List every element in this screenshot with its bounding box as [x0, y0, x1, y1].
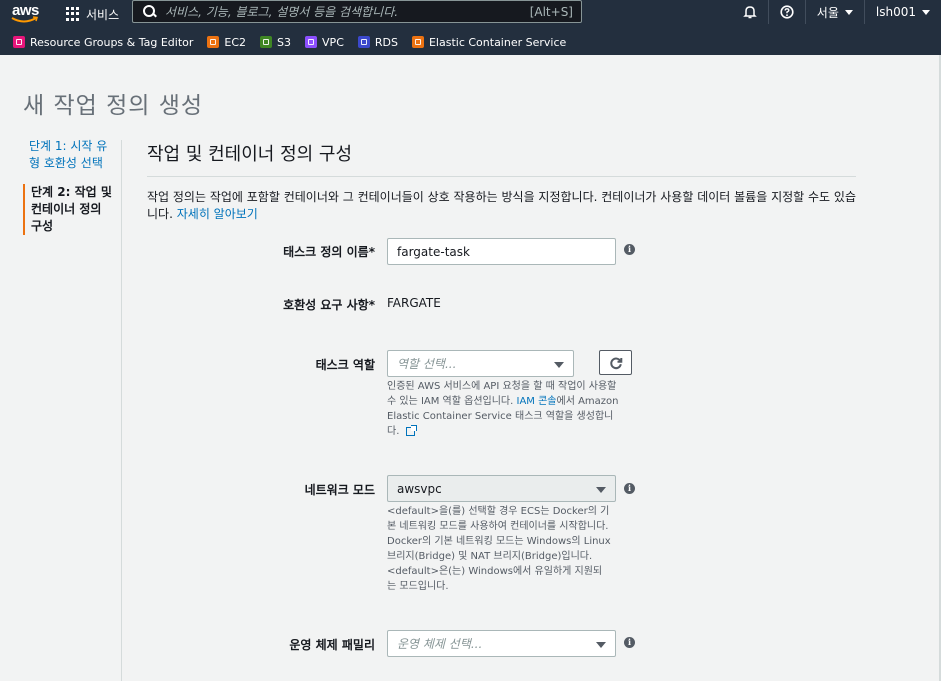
- services-menu-button[interactable]: 서비스: [66, 4, 119, 24]
- fav-rds[interactable]: RDS: [357, 35, 398, 49]
- help-icon: [780, 5, 794, 19]
- section-description: 작업 정의는 작업에 포함할 컨테이너와 그 컨테이너들이 상호 작용하는 방식…: [147, 189, 856, 223]
- chevron-down-icon: [922, 9, 930, 15]
- refresh-roles-button[interactable]: [599, 350, 632, 375]
- chevron-down-icon: [844, 9, 853, 15]
- fav-label: EC2: [224, 35, 247, 49]
- section-title: 작업 및 컨테이너 정의 구성: [147, 140, 856, 177]
- wizard-steps: 단계 1: 시작 유형 호환성 선택 단계 2: 작업 및 컨테이너 정의 구성: [23, 138, 113, 235]
- ec2-icon: [207, 36, 220, 48]
- services-label: 서비스: [86, 7, 120, 22]
- chevron-down-icon: [554, 362, 564, 368]
- rds-icon: [357, 36, 370, 48]
- chevron-down-icon: [596, 487, 606, 493]
- divider: [121, 140, 122, 681]
- chevron-down-icon: [596, 642, 606, 648]
- network-mode-select[interactable]: awsvpc: [387, 475, 616, 502]
- fav-ecs[interactable]: Elastic Container Service: [411, 35, 567, 49]
- search-shortcut: [Alt+S]: [529, 4, 573, 19]
- task-def-name-input[interactable]: fargate-task: [387, 238, 616, 265]
- task-role-label: 태스크 역할: [315, 358, 375, 372]
- grid-icon: [66, 7, 80, 21]
- os-family-select[interactable]: 운영 체제 선택...: [387, 630, 616, 657]
- bell-icon: [742, 6, 757, 19]
- main-content: 작업 및 컨테이너 정의 구성 작업 정의는 작업에 포함할 컨테이너와 그 컨…: [147, 140, 857, 223]
- account-label: lsh001: [875, 5, 916, 19]
- network-mode-help: <default>을(를) 선택할 경우 ECS는 Docker의 기본 네트워…: [387, 506, 611, 592]
- os-family-label: 운영 체제 패밀리: [289, 638, 375, 652]
- search-placeholder: 서비스, 기능, 블로그, 설명서 등을 검색합니다.: [165, 5, 399, 19]
- fav-label: S3: [277, 35, 292, 49]
- fav-vpc[interactable]: VPC: [305, 36, 344, 49]
- compat-label: 호환성 요구 사항*: [283, 298, 375, 312]
- task-role-placeholder: 역할 선택...: [397, 357, 457, 371]
- refresh-icon: [609, 357, 622, 369]
- aws-logo[interactable]: aws: [11, 2, 41, 26]
- compat-row: 호환성 요구 사항* FARGATE: [147, 296, 667, 316]
- fav-label: RDS: [374, 35, 398, 49]
- region-label: 서울: [816, 5, 839, 20]
- task-role-field: 역할 선택... 인증된 AWS 서비스에 API 요청을 할 때 작업이 사용…: [387, 350, 619, 439]
- network-mode-label: 네트워크 모드: [304, 483, 375, 497]
- fav-label: Resource Groups & Tag Editor: [30, 35, 194, 49]
- favorites-bar: Resource Groups & Tag Editor EC2 S3 VPC …: [0, 29, 941, 55]
- account-menu[interactable]: lsh001: [863, 0, 941, 24]
- page-title: 새 작업 정의 생성: [23, 93, 204, 119]
- info-icon[interactable]: i: [624, 244, 635, 255]
- info-icon[interactable]: i: [624, 483, 635, 494]
- ecs-icon: [411, 36, 424, 48]
- search-icon: [143, 4, 157, 19]
- task-def-name-row: 태스크 정의 이름* fargate-task i: [147, 238, 667, 265]
- fav-label: VPC: [322, 35, 344, 49]
- fav-s3[interactable]: S3: [260, 36, 291, 49]
- fav-resource-groups[interactable]: Resource Groups & Tag Editor: [13, 36, 193, 49]
- s3-icon: [260, 36, 273, 48]
- network-mode-field: awsvpc <default>을(를) 선택할 경우 ECS는 Docker의…: [387, 475, 616, 594]
- learn-more-link[interactable]: 자세히 알아보기: [177, 207, 258, 221]
- top-navigation: aws 서비스 서비스, 기능, 블로그, 설명서 등을 검색합니다. [Alt…: [0, 0, 941, 29]
- nav-right: 서울 lsh001: [732, 0, 941, 24]
- region-selector[interactable]: 서울: [804, 0, 864, 24]
- aws-smile-icon: [11, 16, 38, 23]
- os-family-placeholder: 운영 체제 선택...: [397, 637, 483, 651]
- fav-label: Elastic Container Service: [428, 35, 567, 49]
- external-link-icon[interactable]: [405, 424, 417, 436]
- step-1-link[interactable]: 단계 1: 시작 유형 호환성 선택: [23, 138, 113, 172]
- task-role-row: 태스크 역할 역할 선택... 인증된 AWS 서비스에 API 요청을 할 때…: [147, 350, 667, 440]
- compat-value: FARGATE: [387, 296, 441, 310]
- task-def-name-field: fargate-task: [387, 238, 616, 265]
- vpc-icon: [305, 36, 318, 48]
- info-icon[interactable]: i: [624, 637, 635, 648]
- os-family-field: 운영 체제 선택...: [387, 630, 616, 657]
- fav-ec2[interactable]: EC2: [207, 36, 246, 49]
- os-family-row: 운영 체제 패밀리 운영 체제 선택... i: [147, 630, 667, 657]
- task-role-select[interactable]: 역할 선택...: [387, 350, 574, 377]
- search-input[interactable]: 서비스, 기능, 블로그, 설명서 등을 검색합니다. [Alt+S]: [132, 0, 582, 23]
- step-2-current: 단계 2: 작업 및 컨테이너 정의 구성: [23, 184, 113, 235]
- network-mode-value: awsvpc: [397, 481, 442, 496]
- task-def-name-label: 태스크 정의 이름*: [283, 245, 375, 259]
- task-role-help: 인증된 AWS 서비스에 API 요청을 할 때 작업이 사용할 수 있는 IA…: [387, 379, 619, 439]
- notifications-button[interactable]: [732, 0, 768, 24]
- iam-console-link[interactable]: IAM 콘솔: [517, 396, 557, 407]
- network-mode-row: 네트워크 모드 awsvpc <default>을(를) 선택할 경우 ECS는…: [147, 475, 667, 595]
- resource-groups-icon: [13, 36, 25, 48]
- help-button[interactable]: [767, 0, 805, 24]
